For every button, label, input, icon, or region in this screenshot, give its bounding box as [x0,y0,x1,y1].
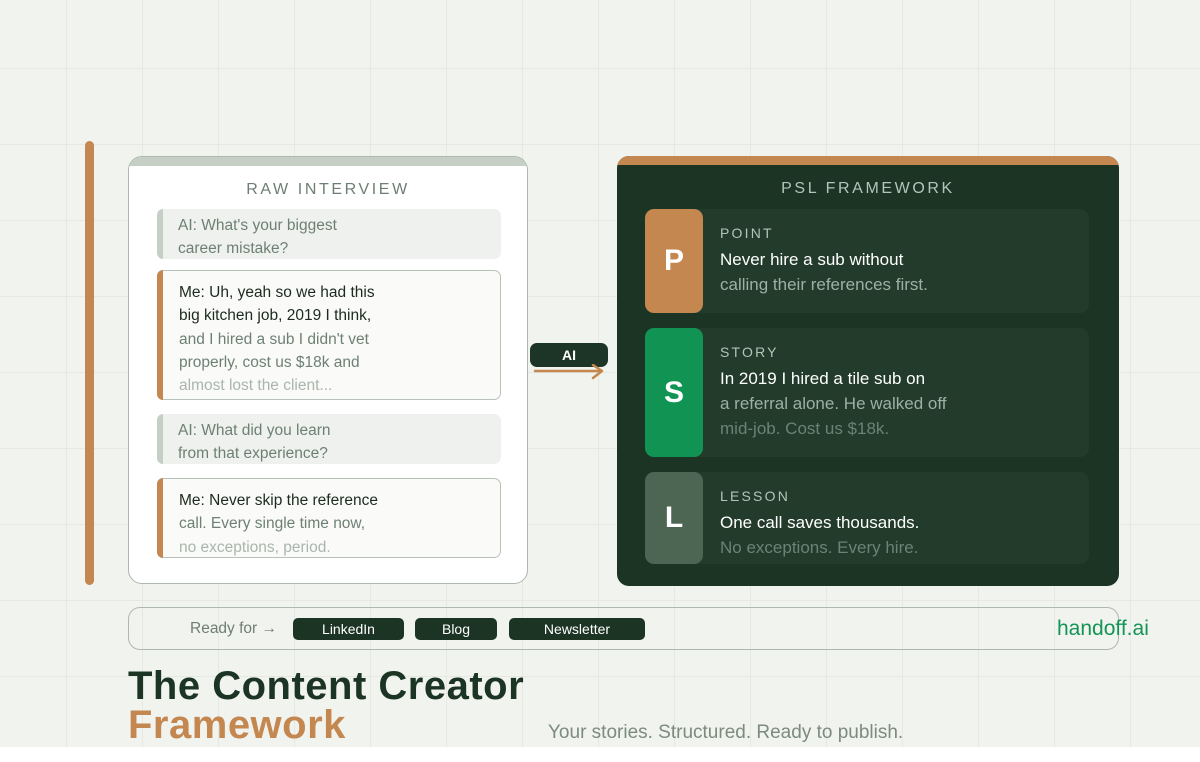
story-letter-badge: S [645,328,703,457]
psl-line: No exceptions. Every hire. [720,538,919,557]
accent-bar [85,141,94,585]
channel-blog[interactable]: Blog [415,618,497,640]
bubble-line: AI: What did you learn [178,422,331,439]
psl-card-story: S STORY In 2019 I hired a tile sub on a … [645,328,1089,457]
panel-top-band [617,156,1119,165]
ai-question-bubble: AI: What did you learn from that experie… [157,414,501,464]
psl-framework-panel: PSL FRAMEWORK P POINT Never hire a sub w… [617,156,1119,586]
raw-interview-heading: RAW INTERVIEW [246,181,410,198]
psl-card-text: One call saves thousands. No exceptions.… [720,510,1080,560]
raw-interview-panel: RAW INTERVIEW AI: What's your biggest ca… [128,156,528,584]
psl-card-label: POINT [720,225,774,241]
bubble-line: almost lost the client... [179,377,333,395]
tagline: Your stories. Structured. Ready to publi… [548,722,904,743]
psl-card-point: P POINT Never hire a sub without calling… [645,209,1089,313]
bubble-line: from that experience? [178,445,328,463]
bottom-strip [0,747,1200,762]
psl-line: a referral alone. He walked off [720,394,947,413]
psl-card-label: STORY [720,344,779,360]
psl-line: In 2019 I hired a tile sub on [720,369,926,388]
bubble-line: properly, cost us $18k and [179,353,360,371]
bubble-line: career mistake? [178,240,289,258]
ai-question-bubble: AI: What's your biggest career mistake? [157,209,501,259]
channel-linkedin[interactable]: LinkedIn [293,618,404,640]
psl-line: mid-job. Cost us $18k. [720,419,890,438]
my-answer-bubble: Me: Never skip the reference call. Every… [157,478,501,558]
psl-card-text: In 2019 I hired a tile sub on a referral… [720,366,1080,441]
bubble-line: no exceptions, period. [179,538,331,556]
bubble-line: Me: Never skip the reference [179,492,379,509]
bubble-line: big kitchen job, 2019 I think, [179,307,372,325]
bubble-line: Me: Uh, yeah so we had this [179,284,375,301]
psl-card-text: Never hire a sub without calling their r… [720,247,1080,297]
psl-framework-heading: PSL FRAMEWORK [781,180,955,197]
bubble-line: AI: What's your biggest [178,217,337,234]
ready-for-label: Ready for → [190,620,278,637]
bubble-line: call. Every single time now, [179,515,366,533]
psl-card-lesson: L LESSON One call saves thousands. No ex… [645,472,1089,564]
channel-newsletter[interactable]: Newsletter [509,618,645,640]
psl-card-label: LESSON [720,488,790,504]
psl-line: One call saves thousands. [720,513,920,532]
my-answer-bubble: Me: Uh, yeah so we had this big kitchen … [157,270,501,400]
panel-top-band [129,157,527,166]
page-title-accent: Framework [128,703,346,747]
bubble-line: and I hired a sub I didn't vet [179,330,369,348]
point-letter-badge: P [645,209,703,313]
brand-logo: handoff.ai [1057,617,1149,640]
psl-line: Never hire a sub without [720,250,904,269]
lesson-letter-badge: L [645,472,703,564]
psl-line: calling their references first. [720,275,928,294]
arrow-right-icon [533,364,604,380]
